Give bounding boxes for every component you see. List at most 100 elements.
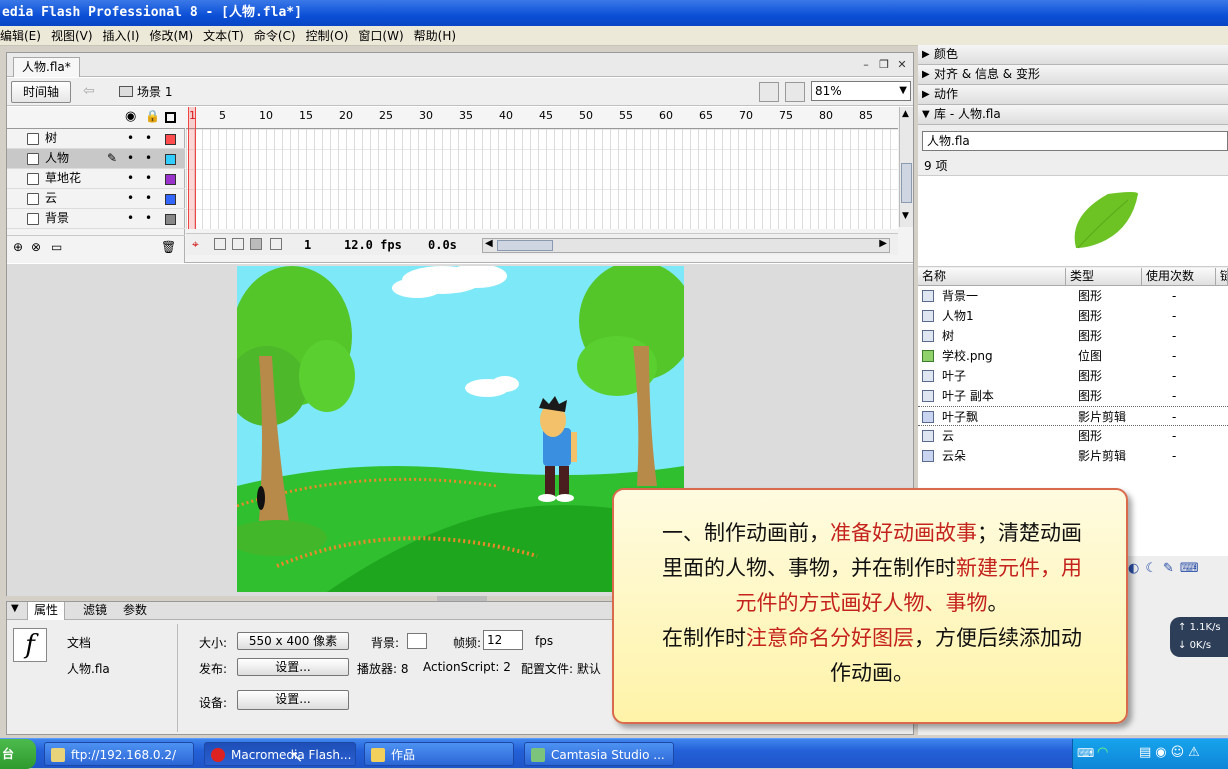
layer-row[interactable]: 草地花 • •	[7, 169, 185, 189]
restore-icon[interactable]: ❐	[877, 58, 891, 72]
taskbar-item-camtasia[interactable]: Camtasia Studio ...	[524, 742, 674, 766]
list-item[interactable]: 叶子飘 影片剪辑 -	[918, 406, 1228, 426]
collapse-arrow-icon[interactable]: ▼	[11, 603, 19, 614]
tab-parameters[interactable]: 参数	[123, 602, 147, 619]
scroll-thumb[interactable]	[901, 163, 912, 203]
column-uses[interactable]: 使用次数	[1142, 268, 1216, 285]
item-uses: -	[1172, 289, 1177, 303]
menu-modify[interactable]: 修改(M)	[149, 26, 199, 46]
menu-view[interactable]: 视图(V)	[51, 26, 99, 46]
scroll-up-icon[interactable]: ▲	[902, 109, 909, 119]
outline-icon[interactable]	[165, 112, 176, 123]
trash-icon[interactable]: 🗑	[161, 240, 176, 254]
menu-control[interactable]: 控制(O)	[306, 26, 355, 46]
timeline-vscroll[interactable]: ▲ ▼	[899, 107, 913, 227]
center-frame-icon[interactable]: ⌖	[192, 237, 199, 252]
close-icon[interactable]: ✕	[895, 58, 909, 72]
lock-dot-icon[interactable]: •	[145, 169, 152, 188]
list-item[interactable]: 人物1 图形 -	[918, 306, 1228, 326]
scene-label[interactable]: 场景 1	[119, 84, 172, 100]
zoom-select[interactable]: 81% ▼	[811, 81, 911, 101]
layer-row[interactable]: 云 • •	[7, 189, 185, 209]
size-button[interactable]: 550 x 400 像素	[237, 632, 349, 650]
list-item[interactable]: 云朵 影片剪辑 -	[918, 446, 1228, 466]
device-settings-button[interactable]: 设置...	[237, 690, 349, 710]
ime-toolbar-icons[interactable]: ◐☾✎⌨	[1128, 561, 1228, 581]
menu-insert[interactable]: 插入(I)	[103, 26, 146, 46]
list-item[interactable]: 叶子 副本 图形 -	[918, 386, 1228, 406]
layer-color-swatch[interactable]	[165, 154, 176, 165]
lock-icon[interactable]: 🔒	[145, 109, 160, 123]
menu-edit[interactable]: 编辑(E)	[0, 26, 47, 46]
library-document-select[interactable]: 人物.fla	[922, 131, 1228, 151]
actions-panel-header[interactable]: ▶ 动作	[918, 85, 1228, 105]
timeline-button[interactable]: 时间轴	[11, 81, 71, 103]
document-tab[interactable]: 人物.fla*	[13, 57, 80, 77]
onion-outline-icon[interactable]	[232, 238, 244, 250]
layer-row[interactable]: 人物 ✎ • •	[7, 149, 185, 169]
scroll-right-icon[interactable]: ▶	[879, 238, 887, 249]
tab-filters[interactable]: 滤镜	[83, 602, 107, 619]
tray-icons[interactable]: ▤◉☺⚠	[1139, 745, 1204, 760]
scroll-thumb[interactable]	[497, 240, 553, 251]
layer-color-swatch[interactable]	[165, 134, 176, 145]
playhead[interactable]	[188, 107, 196, 229]
menu-help[interactable]: 帮助(H)	[414, 26, 462, 46]
align-panel-header[interactable]: ▶ 对齐 & 信息 & 变形	[918, 65, 1228, 85]
timeline-hscroll[interactable]: ◀ ▶	[482, 238, 890, 253]
list-item[interactable]: 树 图形 -	[918, 326, 1228, 346]
add-folder-icon[interactable]: ▭	[51, 240, 62, 254]
edit-multiple-icon[interactable]	[250, 238, 262, 250]
onion-skin-icon[interactable]	[214, 238, 226, 250]
lock-dot-icon[interactable]: •	[145, 149, 152, 168]
column-linkage[interactable]: 链	[1216, 268, 1228, 285]
library-panel-header[interactable]: ▼ 库 - 人物.fla	[918, 105, 1228, 125]
visible-dot-icon[interactable]: •	[127, 189, 134, 208]
taskbar-item-folder[interactable]: 作品	[364, 742, 514, 766]
scroll-left-icon[interactable]: ◀	[485, 238, 493, 249]
start-button[interactable]: 台	[0, 739, 36, 769]
color-panel-header[interactable]: ▶ 颜色	[918, 45, 1228, 65]
tab-properties[interactable]: 属性	[27, 602, 66, 620]
visible-dot-icon[interactable]: •	[127, 129, 134, 148]
tutorial-callout: 一、制作动画前，准备好动画故事；清楚动画 里面的人物、事物，并在制作时新建元件，…	[612, 488, 1128, 724]
column-name[interactable]: 名称	[918, 268, 1066, 285]
minimize-icon[interactable]: –	[859, 58, 873, 72]
layer-color-swatch[interactable]	[165, 174, 176, 185]
lock-dot-icon[interactable]: •	[145, 189, 152, 208]
layer-row[interactable]: 树 • •	[7, 129, 185, 149]
column-type[interactable]: 类型	[1066, 268, 1142, 285]
list-item[interactable]: 叶子 图形 -	[918, 366, 1228, 386]
list-item[interactable]: 云 图形 -	[918, 426, 1228, 446]
visible-dot-icon[interactable]: •	[127, 149, 134, 168]
edit-symbols-icon[interactable]	[785, 82, 805, 102]
visible-dot-icon[interactable]: •	[127, 169, 134, 188]
fps-input[interactable]: 12	[483, 630, 523, 650]
edit-scene-icon[interactable]	[759, 82, 779, 102]
layer-color-swatch[interactable]	[165, 194, 176, 205]
lock-dot-icon[interactable]: •	[145, 209, 152, 228]
menu-text[interactable]: 文本(T)	[203, 26, 250, 46]
scroll-down-icon[interactable]: ▼	[902, 211, 909, 221]
wifi-icon[interactable]: ◠	[1097, 745, 1108, 760]
background-color-swatch[interactable]	[407, 633, 427, 649]
add-layer-icon[interactable]: ⊕	[13, 240, 23, 254]
layer-color-swatch[interactable]	[165, 214, 176, 225]
eye-icon[interactable]: ◉	[125, 109, 136, 124]
list-item[interactable]: 学校.png 位图 -	[918, 346, 1228, 366]
taskbar-item-flash[interactable]: Macromedia Flash...	[204, 742, 356, 766]
back-arrow-icon[interactable]: ⇦	[83, 83, 95, 99]
menu-window[interactable]: 窗口(W)	[358, 26, 409, 46]
add-guide-icon[interactable]: ⊗	[31, 240, 41, 254]
publish-settings-button[interactable]: 设置...	[237, 658, 349, 676]
layer-row[interactable]: 背景 • •	[7, 209, 185, 229]
visible-dot-icon[interactable]: •	[127, 209, 134, 228]
frame-grid[interactable]	[186, 129, 898, 229]
callout-highlight: 准备好动画故事	[830, 521, 977, 545]
lock-dot-icon[interactable]: •	[145, 129, 152, 148]
taskbar-item-ftp[interactable]: ftp://192.168.0.2/	[44, 742, 194, 766]
list-item[interactable]: 背景一 图形 -	[918, 286, 1228, 306]
modify-markers-icon[interactable]	[270, 238, 282, 250]
menu-commands[interactable]: 命令(C)	[254, 26, 302, 46]
keyboard-icon[interactable]: ⌨	[1077, 746, 1094, 760]
